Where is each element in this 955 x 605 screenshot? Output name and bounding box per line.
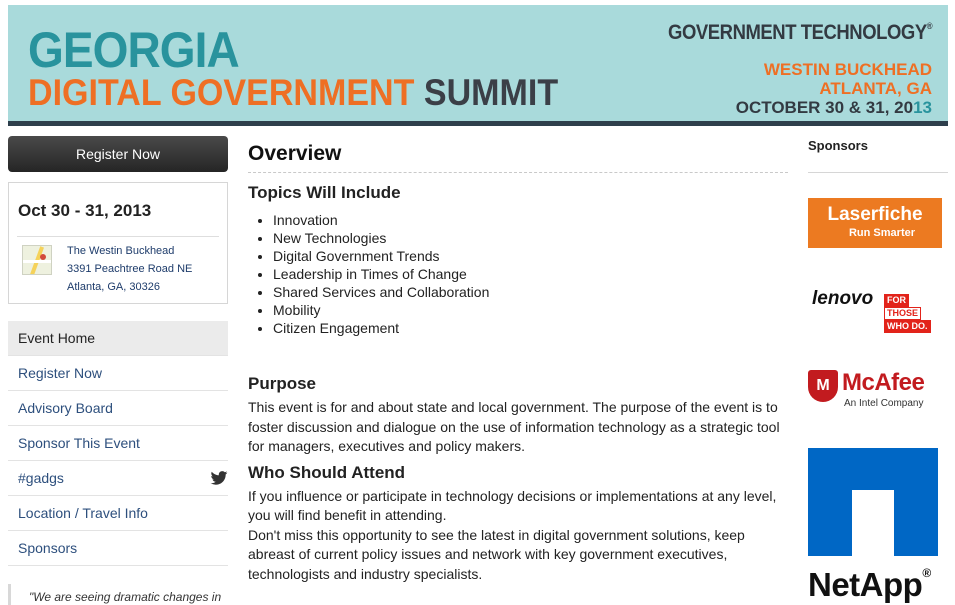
lenovo-name: lenovo xyxy=(812,288,874,309)
list-item: Leadership in Times of Change xyxy=(273,265,788,283)
event-details-card: Oct 30 - 31, 2013 The Westin Buckhead 33… xyxy=(8,182,228,304)
sponsors-panel: Sponsors Laserfiche Run Smarter lenovo F… xyxy=(808,136,948,603)
nav-item-event-home[interactable]: Event Home xyxy=(8,321,228,356)
nav-item-advisory-board[interactable]: Advisory Board xyxy=(8,391,228,426)
page-title: Overview xyxy=(248,140,788,173)
netapp-name: NetApp® xyxy=(808,566,931,603)
sponsor-logo-lenovo[interactable]: lenovo FOR THOSE WHO DO. xyxy=(812,286,946,336)
lenovo-tagline: FOR THOSE WHO DO. xyxy=(884,294,942,333)
lenovo-tag-2: THOSE xyxy=(884,307,922,320)
list-item: Shared Services and Collaboration xyxy=(273,283,788,301)
laserfiche-tagline: Run Smarter xyxy=(848,227,916,239)
card-divider xyxy=(17,236,219,237)
register-now-button[interactable]: Register Now xyxy=(8,136,228,172)
mcafee-shield-icon: M xyxy=(808,370,838,402)
nav-item-label: Event Home xyxy=(18,330,96,346)
banner-venue-dates: OCTOBER 30 & 31, 2013 xyxy=(736,98,932,117)
nav-item-label: Sponsors xyxy=(18,540,78,556)
address-city: Atlanta, GA, 30326 xyxy=(67,281,160,293)
purpose-heading: Purpose xyxy=(248,374,317,393)
list-item: Digital Government Trends xyxy=(273,247,788,265)
lenovo-tag-3: WHO DO. xyxy=(884,320,931,333)
laserfiche-name: Laserfiche xyxy=(827,204,923,225)
nav-item-sponsor-this-event[interactable]: Sponsor This Event xyxy=(8,426,228,461)
banner-title-digital-government: DIGITAL GOVERNMENT xyxy=(28,72,415,113)
nav-item-label: #gadgs xyxy=(18,470,64,486)
event-dates: Oct 30 - 31, 2013 xyxy=(18,201,152,220)
topics-heading: Topics Will Include xyxy=(248,183,401,202)
banner-venue: WESTIN BUCKHEAD ATLANTA, GA OCTOBER 30 &… xyxy=(736,60,932,117)
netapp-name-text: NetApp xyxy=(808,566,923,603)
nav-item-register-now[interactable]: Register Now xyxy=(8,356,228,391)
nav-item-location-travel[interactable]: Location / Travel Info xyxy=(8,496,228,531)
government-technology-logo[interactable]: GOVERNMENT TECHNOLOGY® xyxy=(667,21,933,45)
banner-title-summit-word: SUMMIT xyxy=(423,72,559,113)
who-should-attend-text: If you influence or participate in techn… xyxy=(248,487,777,524)
sponsor-logo-laserfiche[interactable]: Laserfiche Run Smarter xyxy=(808,198,942,248)
banner-title-georgia: GEORGIA xyxy=(28,22,240,78)
banner-venue-name: WESTIN BUCKHEAD xyxy=(763,60,932,79)
twitter-icon xyxy=(210,471,228,485)
nav-item-label: Sponsor This Event xyxy=(18,435,140,451)
list-item: New Technologies xyxy=(273,229,788,247)
who-should-attend-heading: Who Should Attend xyxy=(248,462,406,482)
map-thumbnail-icon[interactable] xyxy=(22,245,52,275)
address-venue-link[interactable]: The Westin Buckhead xyxy=(67,242,192,260)
banner-title-summit: DIGITAL GOVERNMENT SUMMIT xyxy=(28,74,558,111)
venue-address: The Westin Buckhead 3391 Peachtree Road … xyxy=(67,242,192,296)
sidebar-nav: Event Home Register Now Advisory Board S… xyxy=(8,321,228,566)
list-item: Mobility xyxy=(273,301,788,319)
list-item: Innovation xyxy=(273,211,788,229)
nav-item-hashtag[interactable]: #gadgs xyxy=(8,461,228,496)
banner-venue-city: ATLANTA, GA xyxy=(819,79,932,98)
sponsors-heading: Sponsors xyxy=(808,136,948,173)
banner-divider xyxy=(8,121,948,126)
main-content: Overview Topics Will Include Innovation … xyxy=(248,140,788,584)
mcafee-name: McAfee xyxy=(842,369,925,396)
purpose-text: This event is for and about state and lo… xyxy=(248,399,780,454)
nav-item-label: Register Now xyxy=(18,365,103,381)
sponsor-logo-netapp[interactable]: NetApp® xyxy=(808,448,948,605)
mcafee-tagline: An Intel Company xyxy=(844,398,924,409)
nav-item-label: Location / Travel Info xyxy=(18,505,148,521)
topics-list: Innovation New Technologies Digital Gove… xyxy=(273,211,788,337)
banner-dates-main: OCTOBER 30 & 31, 20 xyxy=(735,98,914,117)
government-technology-logo-text: GOVERNMENT TECHNOLOGY xyxy=(667,21,927,44)
event-banner: GEORGIA DIGITAL GOVERNMENT SUMMIT GOVERN… xyxy=(8,5,948,121)
who-should-attend-text-2: Don't miss this opportunity to see the l… xyxy=(248,526,745,582)
nav-item-label: Advisory Board xyxy=(18,400,113,416)
testimonial-quote: "We are seeing dramatic changes in xyxy=(8,584,228,605)
lenovo-tag-1: FOR xyxy=(884,294,909,307)
nav-item-sponsors[interactable]: Sponsors xyxy=(8,531,228,566)
sponsor-logo-mcafee[interactable]: M McAfee An Intel Company xyxy=(808,368,948,416)
banner-dates-year: 13 xyxy=(913,98,932,117)
list-item: Citizen Engagement xyxy=(273,319,788,337)
address-street: 3391 Peachtree Road NE xyxy=(67,263,193,275)
